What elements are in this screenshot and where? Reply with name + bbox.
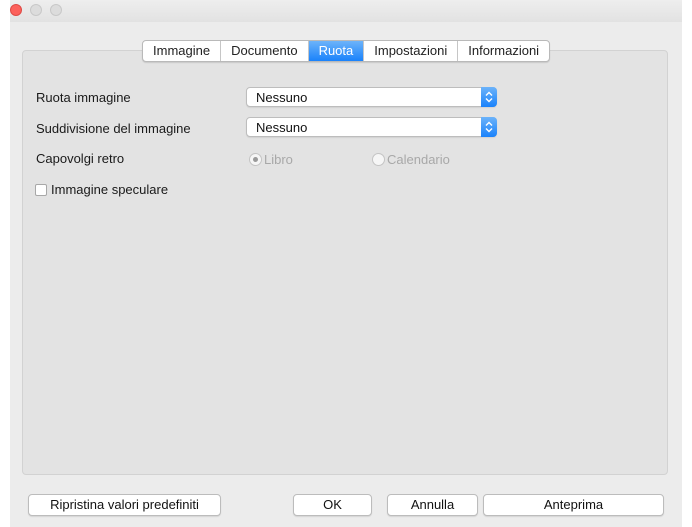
mirror-image-option[interactable]: Immagine speculare xyxy=(35,182,168,197)
preview-button[interactable]: Anteprima xyxy=(483,494,664,516)
tab-immagine[interactable]: Immagine xyxy=(143,41,222,61)
split-image-select[interactable]: Nessuno xyxy=(246,117,497,137)
tab-content-panel xyxy=(22,50,668,475)
rotate-image-select[interactable]: Nessuno xyxy=(246,87,497,107)
window-close-button[interactable] xyxy=(10,4,22,16)
tab-ruota[interactable]: Ruota xyxy=(308,41,365,61)
cancel-button[interactable]: Annulla xyxy=(387,494,478,516)
radio-button[interactable] xyxy=(249,153,262,166)
radio-button[interactable] xyxy=(372,153,385,166)
ok-button[interactable]: OK xyxy=(293,494,372,516)
rotate-image-label: Ruota immagine xyxy=(36,90,131,105)
tab-informazioni[interactable]: Informazioni xyxy=(458,41,549,61)
tab-impostazioni[interactable]: Impostazioni xyxy=(364,41,459,61)
window-zoom-button[interactable] xyxy=(50,4,62,16)
split-image-label: Suddivisione del immagine xyxy=(36,121,191,136)
split-image-value: Nessuno xyxy=(256,120,308,135)
window-minimize-button[interactable] xyxy=(30,4,42,16)
tab-bar: Immagine Documento Ruota Impostazioni In… xyxy=(142,40,551,62)
mirror-image-checkbox[interactable] xyxy=(35,183,47,196)
flip-back-label: Capovolgi retro xyxy=(36,151,125,166)
title-bar xyxy=(10,0,682,22)
mirror-image-label: Immagine speculare xyxy=(51,182,169,197)
radio-libro-label: Libro xyxy=(264,152,293,167)
tab-documento[interactable]: Documento xyxy=(221,41,309,61)
rotate-image-value: Nessuno xyxy=(256,90,308,105)
radio-calendario[interactable]: Calendario xyxy=(372,152,450,167)
updown-chevrons-icon xyxy=(481,87,497,107)
dialog-window: Immagine Documento Ruota Impostazioni In… xyxy=(10,0,682,527)
radio-calendario-label: Calendario xyxy=(387,152,450,167)
radio-libro[interactable]: Libro xyxy=(249,152,293,167)
updown-chevrons-icon xyxy=(481,117,497,137)
reset-defaults-button[interactable]: Ripristina valori predefiniti xyxy=(28,494,221,516)
